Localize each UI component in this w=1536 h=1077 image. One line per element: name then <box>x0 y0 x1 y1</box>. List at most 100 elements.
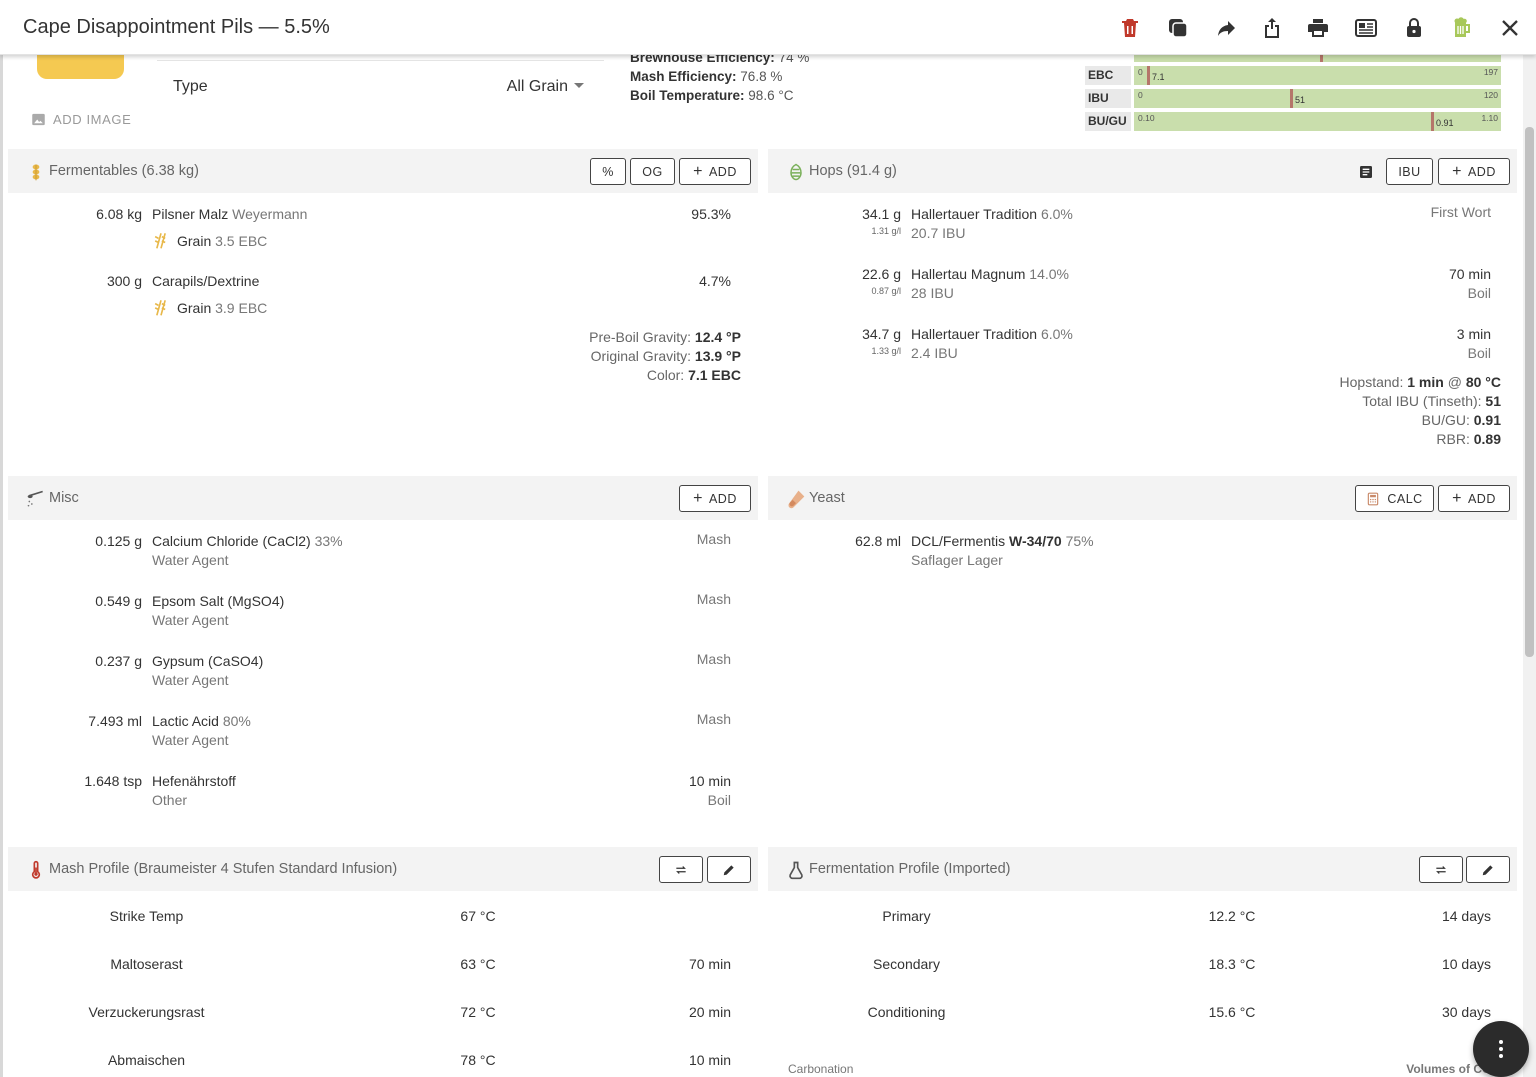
copy-icon[interactable] <box>1162 12 1194 44</box>
bar-row-hidden <box>1085 55 1501 64</box>
swap-mash-button[interactable] <box>659 856 703 883</box>
mash-panel: Mash Profile (Braumeister 4 Stufen Stand… <box>8 847 758 1077</box>
bar-max: 120 <box>1483 90 1498 100</box>
swap-fermentation-button[interactable] <box>1419 856 1463 883</box>
yeast-name[interactable]: DCL/Fermentis W-34/70 75% <box>911 533 1094 549</box>
plus-icon: + <box>1452 162 1462 180</box>
color: Color: 7.1 EBC <box>646 367 741 383</box>
style-bars: EBC 0 197 7.1 IBU 0 120 51 BU/GU 0.10 1.10 0.91 <box>1085 55 1501 133</box>
misc-name[interactable]: Hefenährstoff <box>152 773 236 789</box>
fermentable-percent: 4.7% <box>699 273 731 289</box>
lock-icon[interactable] <box>1398 12 1430 44</box>
scrollbar[interactable] <box>1523 55 1536 1077</box>
hop-amount: 34.7 g <box>862 326 901 342</box>
pre-boil-gravity: Pre-Boil Gravity: 12.4 °P <box>589 329 741 345</box>
percent-button[interactable]: % <box>590 158 626 185</box>
type-value[interactable]: All Grain <box>507 78 584 96</box>
ferm-step-name: Conditioning <box>867 1004 946 1020</box>
hop-name[interactable]: Hallertauer Tradition 6.0% <box>911 326 1073 342</box>
fermentation-header: Fermentation Profile (Imported) <box>768 847 1517 891</box>
misc-name[interactable]: Gypsum (CaSO4) <box>152 653 263 669</box>
misc-type: Water Agent <box>152 612 229 628</box>
fermentable-amount: 300 g <box>106 273 142 289</box>
misc-name[interactable]: Calcium Chloride (CaCl2) 33% <box>152 533 343 549</box>
calculator-icon <box>1368 492 1379 505</box>
misc-type: Water Agent <box>152 552 229 568</box>
misc-title: Misc <box>49 490 79 506</box>
edit-mash-button[interactable] <box>707 856 751 883</box>
app-header: Cape Disappointment Pils — 5.5% <box>0 0 1536 55</box>
fermentables-header: Fermentables (6.38 kg) % OG + ADD <box>8 149 758 193</box>
type-select[interactable]: Type All Grain <box>157 60 604 112</box>
add-misc-button[interactable]: + ADD <box>679 485 751 512</box>
beer-mug-icon[interactable] <box>1446 12 1478 44</box>
pencil-icon <box>723 864 734 875</box>
add-hop-button[interactable]: + ADD <box>1438 158 1510 185</box>
bar-value: 7.1 <box>1152 72 1165 82</box>
misc-amount: 7.493 ml <box>88 713 142 729</box>
bar-min: 0.10 <box>1138 113 1155 123</box>
og-button[interactable]: OG <box>630 158 675 185</box>
ferm-step-time: 10 days <box>1441 956 1491 972</box>
misc-name[interactable]: Epsom Salt (MgSO4) <box>152 593 284 609</box>
chevron-down-icon <box>574 83 584 88</box>
hops-header: Hops (91.4 g) IBU + ADD <box>768 149 1517 193</box>
hop-rate: 1.33 g/l <box>871 346 901 356</box>
ibu-button[interactable]: IBU <box>1386 158 1433 185</box>
notes-icon[interactable] <box>1358 164 1374 180</box>
ferm-step-name: Secondary <box>873 956 940 972</box>
bar-track: 0 120 51 <box>1134 89 1501 108</box>
export-icon[interactable] <box>1256 12 1288 44</box>
scrollbar-thumb[interactable] <box>1525 127 1534 657</box>
bu-gu: BU/GU: 0.91 <box>1421 412 1501 428</box>
hop-amount: 22.6 g <box>862 266 901 282</box>
plus-icon: + <box>1452 489 1462 507</box>
hop-amount: 34.1 g <box>862 206 901 222</box>
misc-amount: 0.549 g <box>95 593 142 609</box>
ferm-step-temp: 12.2 °C <box>1208 908 1256 924</box>
add-fermentable-button[interactable]: + ADD <box>679 158 751 185</box>
fermentable-name[interactable]: Pilsner Malz Weyermann <box>152 206 307 222</box>
hop-rate: 0.87 g/l <box>871 286 901 296</box>
boil-temperature: Boil Temperature: 98.6 °C <box>630 88 794 103</box>
misc-name[interactable]: Lactic Acid 80% <box>152 713 251 729</box>
hop-time: 70 min <box>1448 266 1491 282</box>
hopstand: Hopstand: 1 min @ 80 °C <box>1339 374 1501 390</box>
mash-step-temp: 72 °C <box>460 1004 496 1020</box>
total-ibu: Total IBU (Tinseth): 51 <box>1362 393 1501 409</box>
misc-use: Boil <box>707 792 731 808</box>
bar-min: 0 <box>1138 67 1143 77</box>
close-icon[interactable] <box>1494 12 1526 44</box>
swap-icon <box>676 865 686 874</box>
rbr: RBR: 0.89 <box>1436 431 1501 447</box>
misc-amount: 0.237 g <box>95 653 142 669</box>
print-icon[interactable] <box>1302 12 1334 44</box>
hop-time: First Wort <box>1430 204 1491 220</box>
add-image-button[interactable]: ADD IMAGE <box>31 112 131 127</box>
thermometer-icon <box>31 860 41 879</box>
original-gravity: Original Gravity: 13.9 °P <box>590 348 741 364</box>
carbonation-label: Carbonation <box>788 1062 854 1076</box>
recipe-image-placeholder[interactable] <box>37 55 124 79</box>
hops-summary: Hopstand: 1 min @ 80 °C Total IBU (Tinse… <box>1168 373 1501 449</box>
more-actions-button[interactable] <box>1473 1021 1529 1077</box>
hop-name[interactable]: Hallertau Magnum 14.0% <box>911 266 1069 282</box>
mash-step-time: 10 min <box>688 1052 731 1068</box>
edit-fermentation-button[interactable] <box>1466 856 1510 883</box>
share-icon[interactable] <box>1210 12 1242 44</box>
fermentable-name[interactable]: Carapils/Dextrine <box>152 273 259 289</box>
ferm-step-name: Primary <box>882 908 931 924</box>
yeast-header: Yeast CALC + ADD <box>768 476 1517 520</box>
misc-time: Mash <box>696 711 731 727</box>
hop-rate: 1.31 g/l <box>871 226 901 236</box>
calc-button[interactable]: CALC <box>1355 485 1434 512</box>
mash-step-temp: 78 °C <box>460 1052 496 1068</box>
bar-name: BU/GU <box>1085 112 1131 131</box>
trash-icon[interactable] <box>1114 12 1146 44</box>
fermentables-title: Fermentables (6.38 kg) <box>49 163 199 179</box>
add-yeast-button[interactable]: + ADD <box>1438 485 1510 512</box>
left-edge <box>0 0 3 1077</box>
wheat-icon <box>154 300 166 316</box>
hop-name[interactable]: Hallertauer Tradition 6.0% <box>911 206 1073 222</box>
newspaper-icon[interactable] <box>1350 12 1382 44</box>
